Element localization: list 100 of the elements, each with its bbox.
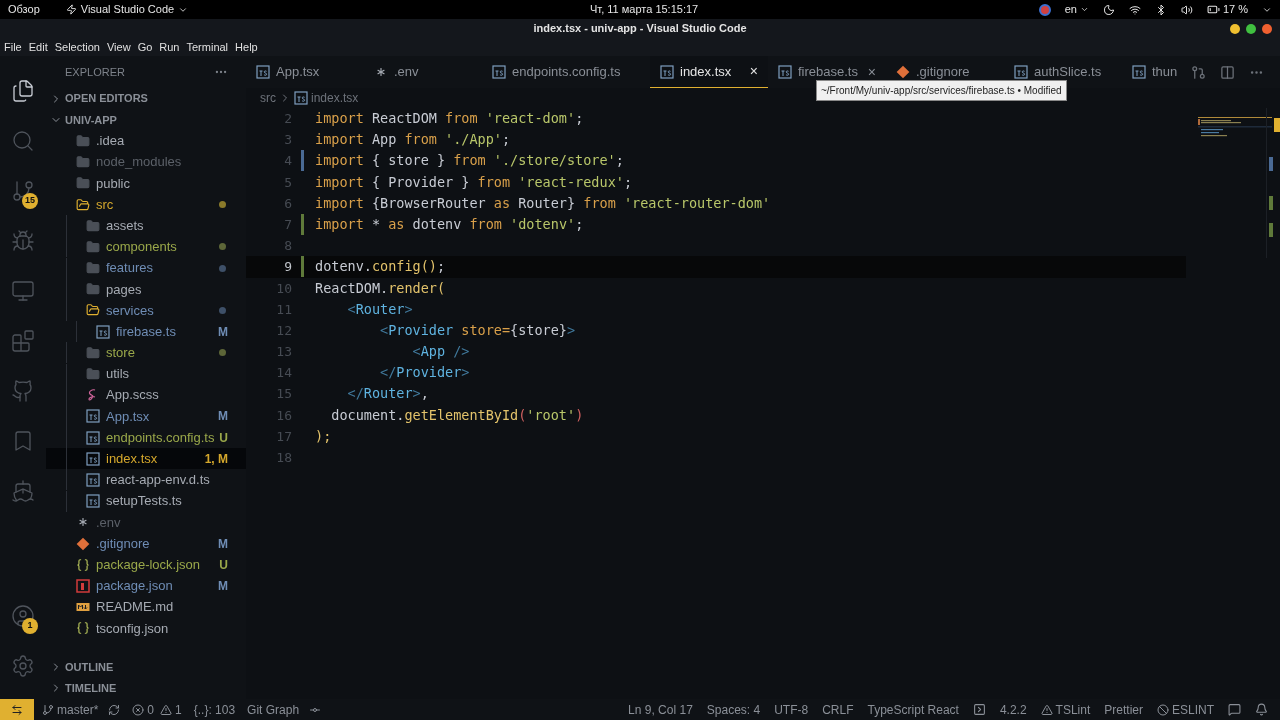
- file-tree-item[interactable]: .gitignore M: [46, 532, 246, 555]
- files-icon: [11, 79, 35, 103]
- notification-badge: 15: [22, 193, 38, 209]
- folder-icon: [86, 261, 100, 276]
- feedback-icon[interactable]: [1228, 703, 1241, 716]
- section-header[interactable]: TIMELINE: [46, 677, 246, 699]
- menu-item[interactable]: View: [106, 38, 131, 56]
- notification-badge: 1: [22, 618, 38, 634]
- run-debug-icon: [11, 229, 35, 253]
- menu-item[interactable]: Go: [137, 38, 153, 56]
- editor-tab[interactable]: .env: [364, 56, 482, 88]
- file-tree-item[interactable]: .idea: [46, 130, 246, 152]
- file-tree-item[interactable]: services: [46, 299, 246, 322]
- problems-button[interactable]: 0 1: [132, 700, 182, 719]
- code-line: <App />: [411, 342, 470, 362]
- clock[interactable]: Чт, 11 марта 15:15:17: [590, 1, 699, 18]
- volume-icon: [1180, 3, 1193, 16]
- lightning-icon: [65, 4, 77, 15]
- branch-button[interactable]: master*: [42, 700, 99, 719]
- status-item[interactable]: CRLF: [822, 700, 854, 719]
- typescript-file-icon: [96, 324, 110, 339]
- menu-item[interactable]: Selection: [54, 38, 100, 56]
- line-number: 15: [275, 385, 292, 404]
- line-number: 4: [283, 152, 292, 171]
- sync-icon[interactable]: [108, 703, 121, 716]
- menu-item[interactable]: Terminal: [186, 38, 229, 56]
- file-tree-item[interactable]: tsconfig.json: [46, 617, 246, 639]
- menu-item[interactable]: Edit: [28, 38, 48, 56]
- braces-icon: [76, 557, 90, 572]
- status-item[interactable]: TypeScript React: [867, 700, 959, 719]
- status-item[interactable]: Spaces: 4: [706, 700, 761, 719]
- file-tree-item[interactable]: utils: [46, 363, 246, 385]
- section-header[interactable]: UNIV-APP: [46, 109, 246, 131]
- git-status: M: [218, 408, 228, 426]
- activity-bar-button[interactable]: 15: [0, 166, 46, 216]
- editor-tab[interactable]: thun: [1122, 56, 1188, 88]
- file-tree-item[interactable]: assets: [46, 215, 246, 237]
- menu-item[interactable]: File: [4, 38, 22, 56]
- file-tree-item[interactable]: README.md: [46, 596, 246, 618]
- open-folder-icon: [76, 197, 90, 212]
- close-tab-button[interactable]: ×: [867, 61, 876, 83]
- typescript-file-icon: [86, 409, 100, 424]
- folder-icon: [86, 345, 100, 360]
- line-number: 17: [275, 427, 292, 446]
- section-header[interactable]: OUTLINE: [46, 656, 246, 678]
- code-line: );: [315, 426, 332, 446]
- status-item[interactable]: TSLint: [1040, 700, 1091, 719]
- code-line: import { store } from './store/store';: [315, 151, 624, 171]
- git-status: U: [219, 556, 228, 574]
- close-button[interactable]: [1262, 23, 1272, 34]
- file-tree-item[interactable]: package.json M: [46, 575, 246, 597]
- split-editor-icon[interactable]: [1220, 64, 1235, 80]
- file-tree-item[interactable]: endpoints.config.ts U: [46, 427, 246, 449]
- night-light-icon: [1102, 3, 1115, 16]
- file-tree-item[interactable]: react-app-env.d.ts: [46, 469, 246, 491]
- activities-button[interactable]: Обзор: [8, 1, 40, 18]
- section-header[interactable]: OPEN EDITORS: [46, 88, 246, 110]
- file-tree-item[interactable]: features: [46, 257, 246, 279]
- activity-bar-button[interactable]: 1: [0, 591, 46, 641]
- account-icon: [11, 604, 35, 628]
- file-tree-item[interactable]: index.tsx 1, M: [46, 448, 246, 470]
- compare-changes-icon[interactable]: [1191, 64, 1206, 80]
- minimize-button[interactable]: [1230, 23, 1240, 34]
- git-status: 1, M: [204, 450, 228, 468]
- status-item[interactable]: 4.2.2: [999, 700, 1027, 719]
- folder-icon: [86, 367, 100, 382]
- file-tree-item[interactable]: App.tsx M: [46, 405, 246, 427]
- language-menu[interactable]: en: [1064, 1, 1089, 18]
- file-tree-item[interactable]: store: [46, 342, 246, 364]
- git-graph-button[interactable]: Git Graph: [247, 700, 300, 719]
- remote-button[interactable]: [0, 699, 34, 720]
- status-item[interactable]: Prettier: [1104, 700, 1143, 719]
- file-tree-item[interactable]: firebase.ts M: [46, 321, 246, 343]
- file-tree-item[interactable]: pages: [46, 278, 246, 300]
- breadcrumb-item[interactable]: index.tsx: [311, 89, 359, 107]
- file-tree-item[interactable]: setupTests.ts: [46, 490, 246, 512]
- editor-tab[interactable]: endpoints.config.ts: [482, 56, 650, 88]
- terminal-icon[interactable]: [972, 703, 986, 716]
- code-line: dotenv.config();: [315, 257, 446, 277]
- menu-item[interactable]: Help: [235, 38, 258, 56]
- close-tab-button[interactable]: ×: [749, 61, 758, 82]
- file-tree-item[interactable]: public: [46, 172, 246, 194]
- status-item[interactable]: ESLINT: [1157, 700, 1214, 719]
- file-tree-item[interactable]: App.scss: [46, 384, 246, 406]
- symbol-count[interactable]: {..}: 103: [193, 700, 236, 719]
- file-tree-item[interactable]: src: [46, 193, 246, 216]
- breadcrumb-item[interactable]: src: [260, 89, 276, 107]
- line-number: 13: [275, 343, 292, 362]
- file-tree-item[interactable]: components: [46, 236, 246, 258]
- menu-item[interactable]: Run: [159, 38, 180, 56]
- bell-icon[interactable]: [1255, 703, 1268, 716]
- file-tree-item[interactable]: package-lock.json U: [46, 554, 246, 576]
- status-item[interactable]: Ln 9, Col 17: [628, 700, 693, 719]
- editor-tab[interactable]: App.tsx: [246, 56, 364, 88]
- folder-icon: [86, 218, 100, 233]
- app-menu[interactable]: Visual Studio Code: [65, 1, 189, 18]
- typescript-file-icon: [492, 65, 506, 79]
- line-number: 3: [283, 131, 292, 150]
- status-item[interactable]: UTF-8: [774, 700, 809, 719]
- maximize-button[interactable]: [1246, 23, 1256, 34]
